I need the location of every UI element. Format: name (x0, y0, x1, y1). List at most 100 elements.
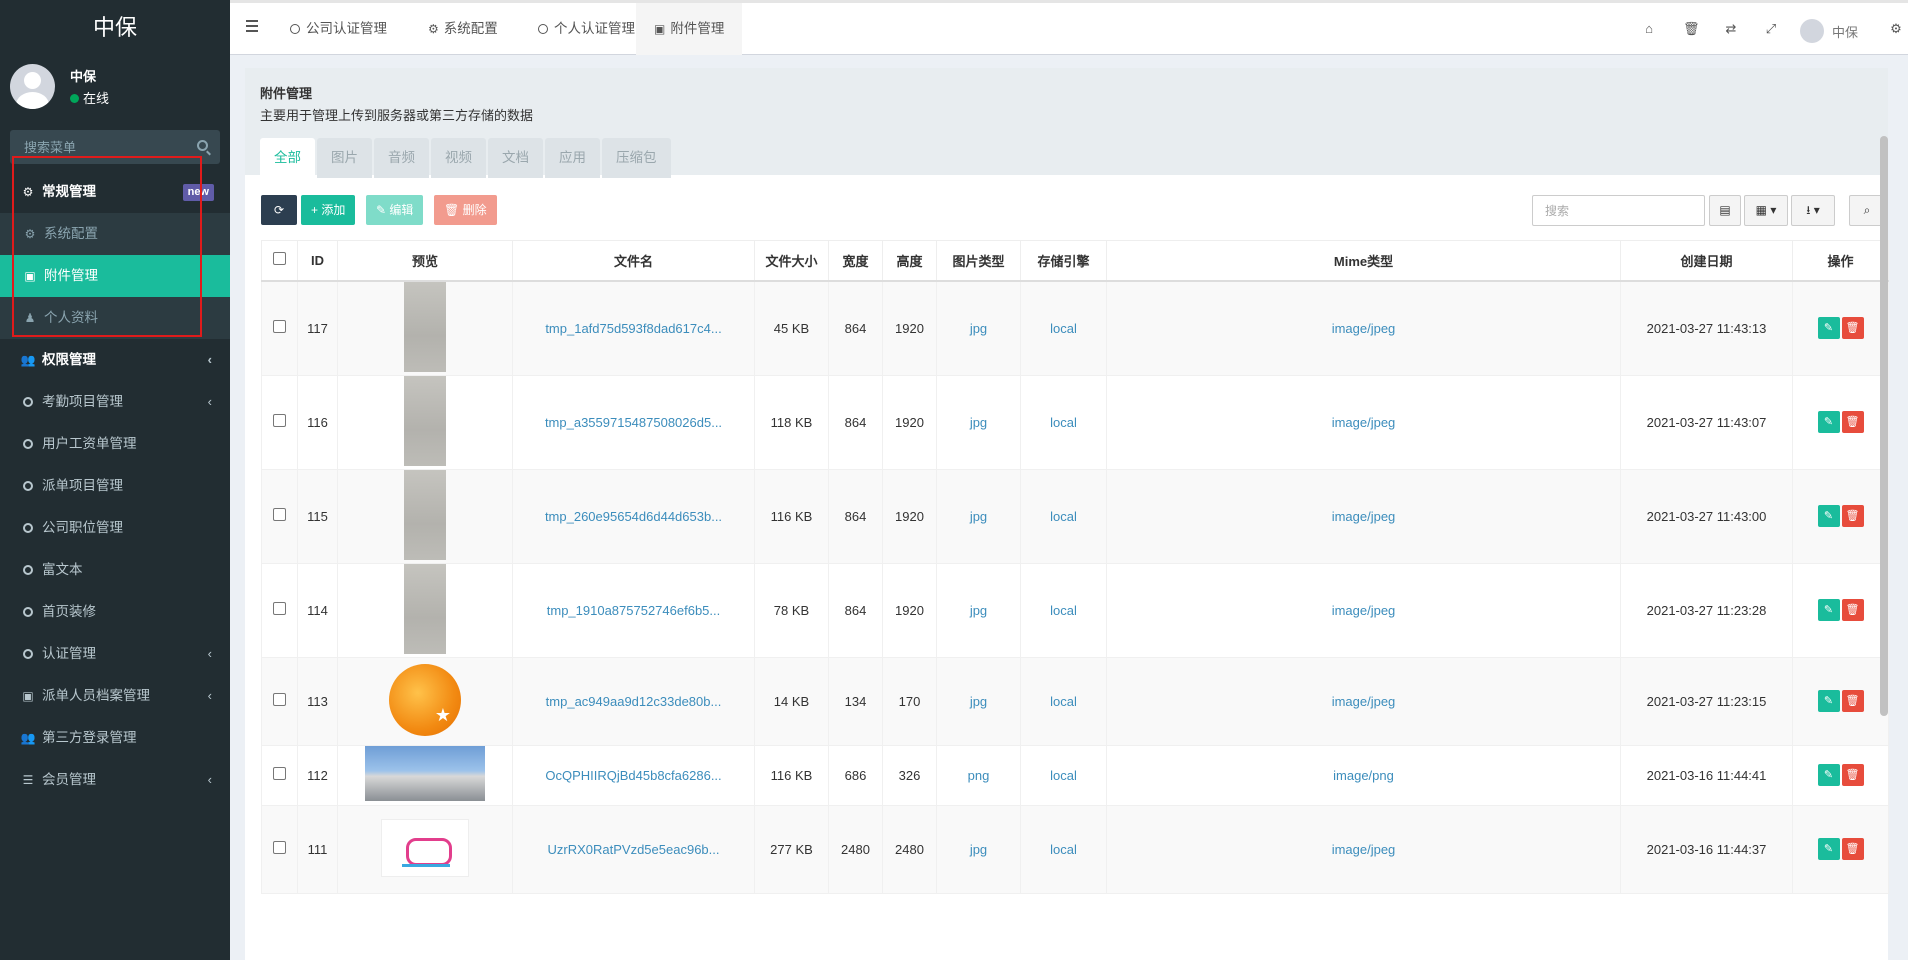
columns-dropdown[interactable]: ▦ ▾ (1744, 195, 1788, 226)
storage-cell-text[interactable]: local (1050, 321, 1077, 336)
edit-row-icon[interactable]: ✎ (1817, 505, 1840, 527)
preview-cell[interactable] (337, 656, 513, 746)
settings-icon[interactable]: ⚙ (1889, 22, 1903, 36)
storage-cell-text[interactable]: local (1050, 768, 1077, 783)
edit-row-icon[interactable]: ✎ (1817, 411, 1840, 433)
imagetype-cell-text[interactable]: jpg (970, 321, 987, 336)
imagetype-cell[interactable]: jpg (936, 468, 1021, 564)
trash-icon[interactable]: 🗑 (1683, 22, 1700, 36)
storage-cell-text[interactable]: local (1050, 509, 1077, 524)
preview-cell[interactable] (337, 468, 513, 564)
mime-cell-text[interactable]: image/jpeg (1332, 842, 1396, 857)
col-width[interactable]: 宽度 (828, 240, 883, 282)
sidebar-item-6[interactable]: 用户工资单管理 (0, 423, 230, 465)
preview-thumbnail[interactable] (365, 746, 485, 801)
filename-cell[interactable]: tmp_ac949aa9d12c33de80b... (512, 656, 755, 746)
sidebar-item-1[interactable]: ⚙ 系统配置 (0, 213, 230, 255)
filename-cell[interactable]: tmp_1910a875752746ef6b5... (512, 562, 755, 658)
edit-row-icon[interactable]: ✎ (1817, 690, 1840, 712)
filename-cell-text[interactable]: tmp_1afd75d593f8dad617c4... (545, 321, 721, 336)
language-icon[interactable]: ⇄ (1724, 22, 1738, 36)
edit-button[interactable]: ✎ 编辑 (366, 195, 424, 225)
home-icon[interactable]: ⌂ (1642, 22, 1656, 36)
sidebar-item-11[interactable]: 认证管理 ‹ (0, 633, 230, 675)
storage-cell[interactable]: local (1020, 374, 1107, 470)
table-row[interactable]: 111 UzrRX0RatPVzd5e5eac96b... 277 KB 2480 24… (261, 804, 1889, 894)
imagetype-cell[interactable]: jpg (936, 656, 1021, 746)
mime-cell[interactable]: image/png (1106, 744, 1621, 806)
imagetype-cell[interactable]: png (936, 744, 1021, 806)
imagetype-cell[interactable]: jpg (936, 280, 1021, 376)
imagetype-cell-text[interactable]: jpg (970, 842, 987, 857)
filename-cell-text[interactable]: tmp_ac949aa9d12c33de80b... (546, 694, 722, 709)
filename-cell[interactable]: UzrRX0RatPVzd5e5eac96b... (512, 804, 755, 894)
storage-cell-text[interactable]: local (1050, 694, 1077, 709)
sidebar-item-13[interactable]: 👥 第三方登录管理 (0, 717, 230, 759)
storage-cell[interactable]: local (1020, 562, 1107, 658)
filter-tab-6[interactable]: 压缩包 (602, 138, 671, 178)
mime-cell-text[interactable]: image/jpeg (1332, 321, 1396, 336)
menu-search-input[interactable] (10, 130, 220, 164)
edit-row-icon[interactable]: ✎ (1817, 764, 1840, 786)
imagetype-cell-text[interactable]: jpg (970, 694, 987, 709)
col-created[interactable]: 创建日期 (1620, 240, 1793, 282)
add-button[interactable]: + 添加 (301, 195, 356, 225)
storage-cell-text[interactable]: local (1050, 842, 1077, 857)
export-dropdown[interactable]: ⭳ ▾ (1791, 195, 1835, 226)
tab-0[interactable]: 公司认证管理 (272, 3, 405, 55)
filename-cell[interactable]: tmp_a3559715487508026d5... (512, 374, 755, 470)
row-checkbox[interactable] (273, 767, 286, 780)
top-username[interactable]: 中保 (1832, 22, 1858, 41)
preview-thumbnail[interactable] (404, 375, 446, 466)
filename-cell-text[interactable]: UzrRX0RatPVzd5e5eac96b... (548, 842, 720, 857)
preview-thumbnail[interactable] (404, 563, 446, 654)
storage-cell[interactable]: local (1020, 804, 1107, 894)
vertical-scrollbar[interactable] (1880, 136, 1888, 716)
mime-cell[interactable]: image/jpeg (1106, 804, 1621, 894)
fullscreen-icon[interactable]: ⤢ (1764, 22, 1778, 36)
mime-cell-text[interactable]: image/jpeg (1332, 603, 1396, 618)
filename-cell-text[interactable]: tmp_1910a875752746ef6b5... (547, 603, 721, 618)
sidebar-item-3[interactable]: ♟ 个人资料 (0, 297, 230, 339)
storage-cell[interactable]: local (1020, 280, 1107, 376)
delete-row-icon[interactable]: 🗑 (1841, 690, 1864, 712)
preview-thumbnail[interactable] (381, 818, 469, 877)
table-search-input[interactable] (1532, 195, 1705, 226)
storage-cell[interactable]: local (1020, 656, 1107, 746)
menu-toggle-icon[interactable] (246, 20, 258, 35)
tab-2[interactable]: 个人认证管理 (520, 3, 653, 55)
delete-row-icon[interactable]: 🗑 (1841, 599, 1864, 621)
user-avatar[interactable] (1800, 19, 1824, 43)
filename-cell-text[interactable]: tmp_260e95654d6d44d653b... (545, 509, 722, 524)
sidebar-item-4[interactable]: 👥 权限管理 ‹ (0, 339, 230, 381)
storage-cell-text[interactable]: local (1050, 603, 1077, 618)
mime-cell[interactable]: image/jpeg (1106, 280, 1621, 376)
sidebar-item-7[interactable]: 派单项目管理 (0, 465, 230, 507)
delete-button[interactable]: 🗑 删除 (434, 195, 497, 225)
mime-cell-text[interactable]: image/jpeg (1332, 509, 1396, 524)
imagetype-cell-text[interactable]: jpg (970, 603, 987, 618)
preview-thumbnail[interactable] (404, 281, 446, 372)
edit-row-icon[interactable]: ✎ (1817, 599, 1840, 621)
app-logo[interactable]: 中保 (0, 0, 230, 56)
delete-row-icon[interactable]: 🗑 (1841, 838, 1864, 860)
col-id[interactable]: ID (297, 240, 338, 282)
mime-cell[interactable]: image/jpeg (1106, 562, 1621, 658)
table-row[interactable]: 113 tmp_ac949aa9d12c33de80b... 14 KB 134 170… (261, 656, 1889, 746)
storage-cell[interactable]: local (1020, 468, 1107, 564)
imagetype-cell-text[interactable]: jpg (970, 415, 987, 430)
filter-tab-3[interactable]: 视频 (431, 138, 486, 178)
filename-cell[interactable]: tmp_1afd75d593f8dad617c4... (512, 280, 755, 376)
delete-row-icon[interactable]: 🗑 (1841, 505, 1864, 527)
col-height[interactable]: 高度 (882, 240, 937, 282)
mime-cell[interactable]: image/jpeg (1106, 468, 1621, 564)
table-row[interactable]: 117 tmp_1afd75d593f8dad617c4... 45 KB 864 19… (261, 280, 1889, 376)
imagetype-cell[interactable]: jpg (936, 562, 1021, 658)
sidebar-item-2[interactable]: ▣ 附件管理 (0, 255, 230, 297)
preview-cell[interactable] (337, 280, 513, 376)
table-row[interactable]: 115 tmp_260e95654d6d44d653b... 116 KB 864 19… (261, 468, 1889, 564)
row-checkbox[interactable] (273, 602, 286, 615)
storage-cell[interactable]: local (1020, 744, 1107, 806)
sidebar-item-14[interactable]: ☰ 会员管理 ‹ (0, 759, 230, 801)
row-checkbox[interactable] (273, 508, 286, 521)
